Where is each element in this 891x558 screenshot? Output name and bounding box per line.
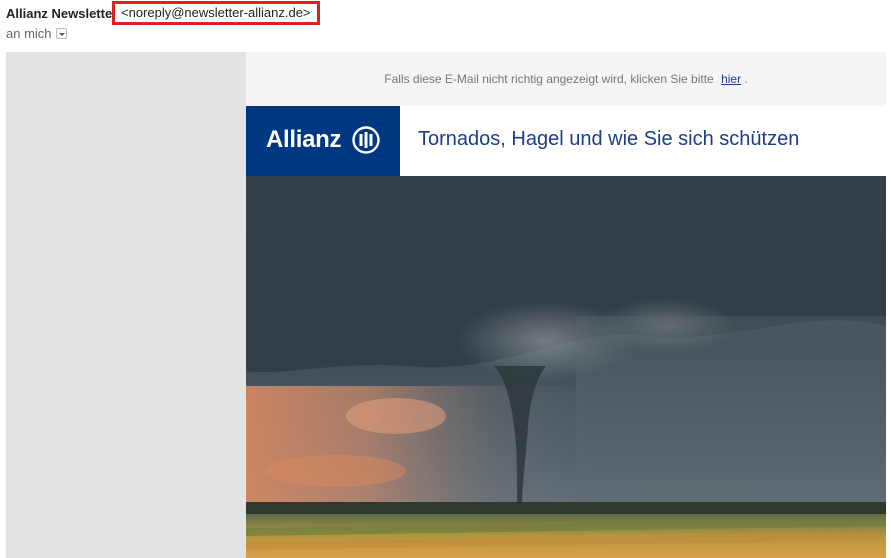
tornado-hero-image[interactable] [246,176,886,558]
email-body: Falls diese E-Mail nicht richtig angezei… [6,52,886,558]
preheader-text: Falls diese E-Mail nicht richtig angezei… [384,72,714,86]
recipient-details-dropdown-icon[interactable] [56,28,67,39]
view-online-link[interactable]: hier [721,72,741,86]
preheader: Falls diese E-Mail nicht richtig angezei… [246,52,886,106]
tornado-photo [246,176,886,558]
brand-bar: Allianz Tornados, Hagel und wie Sie sich… [246,106,886,176]
sender-name[interactable]: Allianz Newsletter [6,6,116,21]
preheader-suffix: . [744,72,748,86]
sender-email[interactable]: <noreply@newsletter-allianz.de> [112,1,320,25]
newsletter-content: Falls diese E-Mail nicht richtig angezei… [246,52,886,558]
allianz-eagle-icon [352,126,380,154]
logo-wordmark: Allianz [266,126,342,153]
allianz-logo[interactable]: Allianz [246,106,400,176]
email-header: Allianz Newsletter <noreply@newsletter-a… [0,0,891,50]
newsletter-headline: Tornados, Hagel und wie Sie sich schütze… [418,128,800,150]
recipient-label: an mich [6,26,52,41]
